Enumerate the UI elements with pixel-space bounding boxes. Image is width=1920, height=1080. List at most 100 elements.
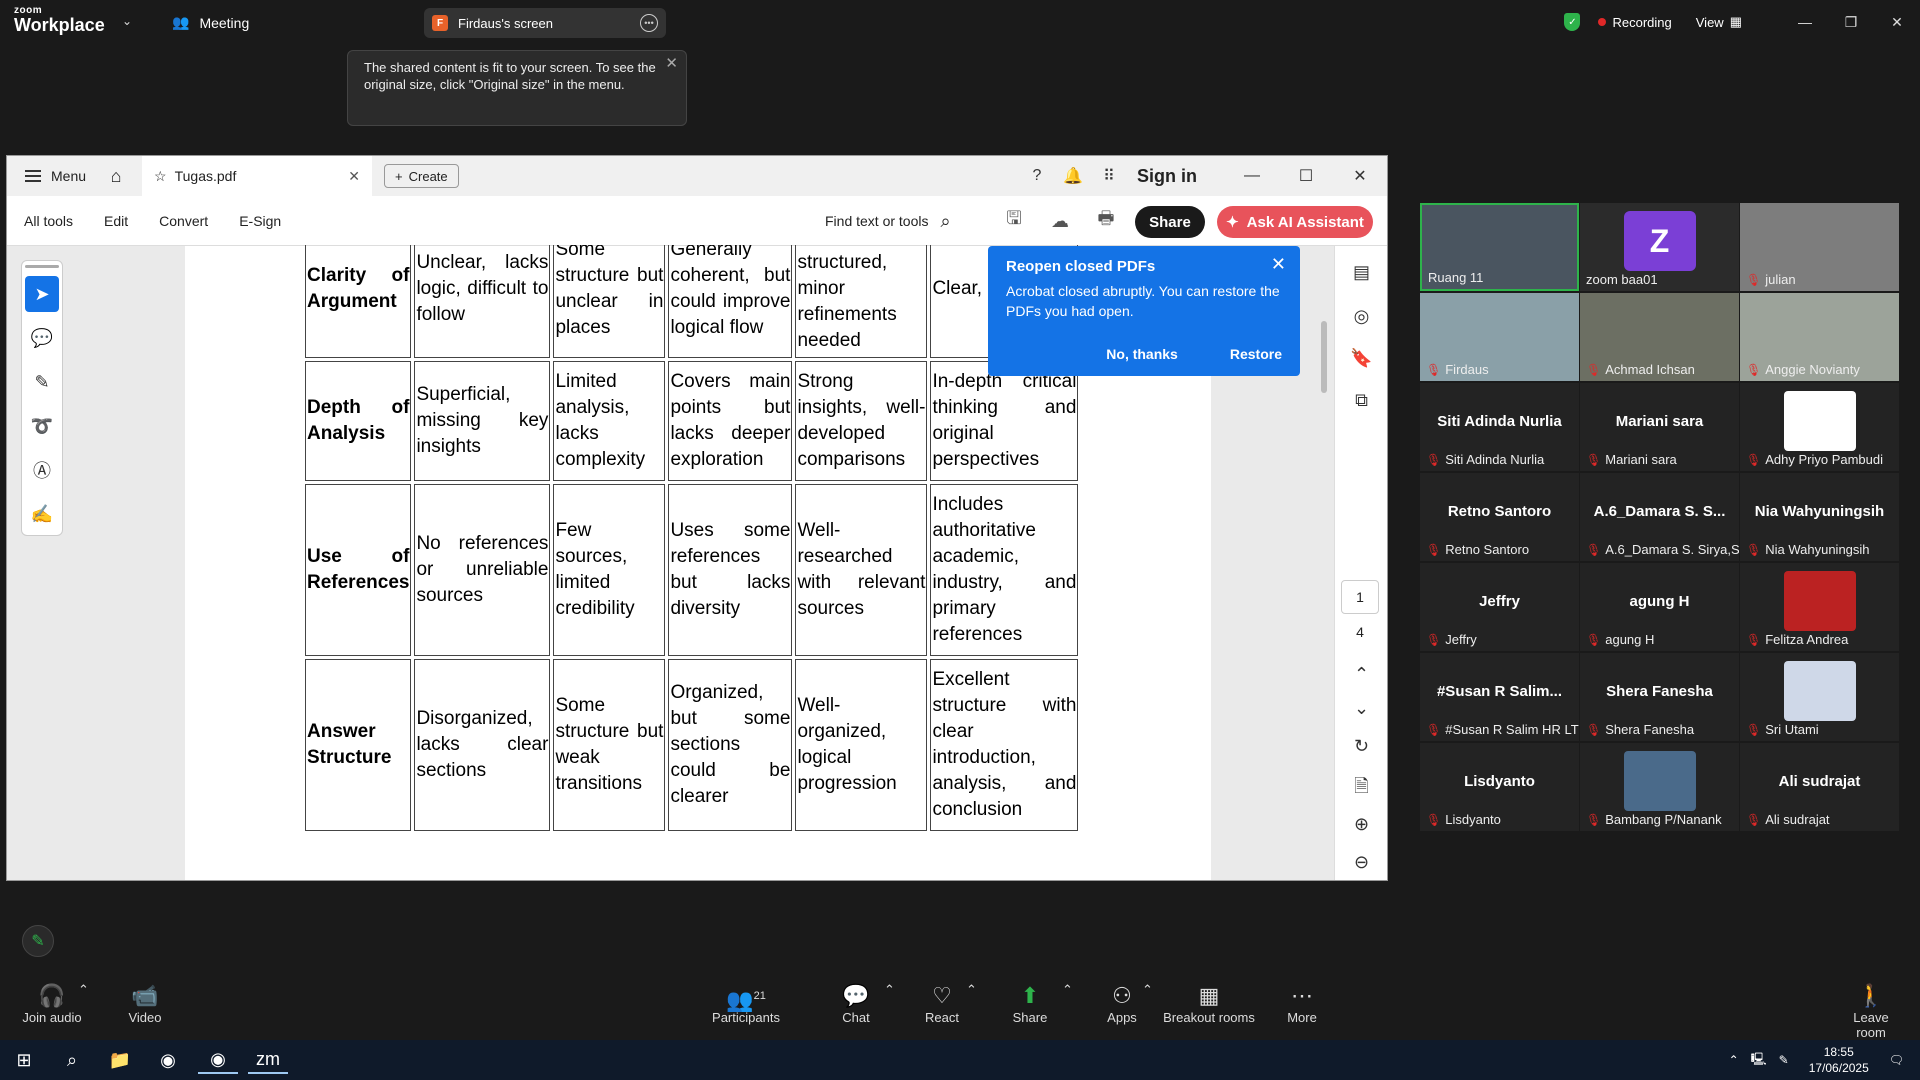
ai-summary-icon[interactable]: ▤ [1335, 262, 1387, 283]
participant-tile[interactable]: 🎙 Adhy Priyo Pambudi [1740, 383, 1899, 471]
bookmark-icon[interactable]: 🔖 [1335, 348, 1387, 369]
participant-tile[interactable]: Retno Santoro 🎙 Retno Santoro [1420, 473, 1579, 561]
apps-options-caret[interactable]: ⌃ [1142, 982, 1153, 998]
more-options-icon[interactable]: ••• [640, 14, 658, 32]
apps-button[interactable]: ⚇ Apps [1100, 982, 1144, 1025]
comment-icon[interactable]: 💬 [25, 320, 59, 356]
help-icon[interactable]: ? [1019, 167, 1055, 185]
create-button[interactable]: + Create [384, 164, 459, 188]
video-button[interactable]: 📹 Video [120, 982, 170, 1025]
minimize-icon[interactable]: — [1225, 167, 1279, 185]
participant-tile[interactable]: 🎙 Bambang P/Nanank [1580, 743, 1739, 831]
react-button[interactable]: ♡ React [920, 982, 964, 1025]
file-explorer-icon[interactable]: 📁 [100, 1046, 140, 1074]
pages-icon[interactable]: ⧉ [1335, 390, 1387, 411]
windows-start-icon[interactable]: ⊞ [4, 1046, 44, 1074]
text-box-icon[interactable]: Ⓐ [25, 452, 59, 488]
page-number-input[interactable]: 1 [1341, 580, 1379, 614]
security-shield-icon[interactable]: ✓ [1564, 13, 1581, 31]
document-tab[interactable]: ☆ Tugas.pdf ✕ [142, 156, 373, 196]
shared-screen-tab[interactable]: F Firdaus's screen ••• [424, 8, 666, 38]
participant-tile[interactable]: A.6_Damara S. S... 🎙 A.6_Damara S. Sirya,S… [1580, 473, 1739, 561]
join-audio-button[interactable]: 🎧 Join audio [20, 982, 84, 1025]
participant-tile[interactable]: #Susan R Salim... 🎙 #Susan R Salim HR LTD [1420, 653, 1579, 741]
page-fit-icon[interactable]: 🗎 [1335, 774, 1387, 804]
convert-menu[interactable]: Convert [159, 213, 208, 229]
sign-pen-icon[interactable]: ✍ [25, 496, 59, 532]
zoom-app-icon[interactable]: zm [248, 1046, 288, 1074]
participant-tile[interactable]: Lisdyanto 🎙 Lisdyanto [1420, 743, 1579, 831]
sign-in-button[interactable]: Sign in [1137, 166, 1197, 187]
more-button[interactable]: ⋯ More [1282, 982, 1322, 1025]
participant-tile[interactable]: Ruang 11 [1420, 203, 1579, 291]
leave-room-button[interactable]: 🚶 Leave room [1838, 982, 1904, 1040]
chevron-down-icon[interactable]: ⌄ [122, 14, 132, 28]
home-icon[interactable]: ⌂ [98, 166, 134, 187]
ai-assistant-button[interactable]: ✦ Ask AI Assistant [1217, 206, 1373, 238]
notification-icon[interactable]: 🗨 [1889, 1053, 1904, 1067]
participant-tile[interactable]: Zzoom baa01 [1580, 203, 1739, 291]
zoom-workplace-logo[interactable]: zoom Workplace [14, 6, 105, 35]
react-options-caret[interactable]: ⌃ [966, 982, 977, 998]
apps-grid-icon[interactable]: ⠿ [1091, 166, 1127, 186]
save-icon[interactable]: 🖫 [991, 206, 1037, 236]
chat-button[interactable]: 💬 Chat [836, 982, 876, 1025]
participant-tile[interactable]: Ali sudrajat 🎙 Ali sudrajat [1740, 743, 1899, 831]
search-icon[interactable]: ⌕ [52, 1046, 92, 1074]
participant-tile[interactable]: Jeffry 🎙 Jeffry [1420, 563, 1579, 651]
chevron-up-icon[interactable]: ⌃ [1335, 664, 1387, 685]
edit-menu[interactable]: Edit [104, 213, 128, 229]
comments-icon[interactable]: ◎ [1335, 306, 1387, 327]
participant-tile[interactable]: Shera Fanesha 🎙 Shera Fanesha [1580, 653, 1739, 741]
participant-tile[interactable]: Mariani sara 🎙 Mariani sara [1580, 383, 1739, 471]
chrome-profile-icon[interactable]: ◉ [198, 1046, 238, 1074]
scrollbar-thumb[interactable] [1321, 321, 1327, 393]
rotate-icon[interactable]: ↻ [1335, 736, 1387, 757]
participant-tile[interactable]: Siti Adinda Nurlia 🎙 Siti Adinda Nurlia [1420, 383, 1579, 471]
participant-tile[interactable]: 🎙 Felitza Andrea [1740, 563, 1899, 651]
chat-options-caret[interactable]: ⌃ [884, 982, 895, 998]
close-button[interactable]: ✕ [1874, 14, 1920, 31]
print-icon[interactable]: 🖶 [1083, 206, 1129, 236]
esign-menu[interactable]: E-Sign [239, 213, 281, 229]
close-window-icon[interactable]: ✕ [1333, 166, 1387, 186]
chrome-icon[interactable]: ◉ [148, 1046, 188, 1074]
tray-overflow-icon[interactable]: ⌃ [1729, 1053, 1739, 1067]
chevron-down-icon[interactable]: ⌄ [1335, 698, 1387, 719]
close-popup-icon[interactable]: ✕ [1271, 254, 1286, 275]
share-button[interactable]: Share [1135, 206, 1205, 238]
minimize-button[interactable]: — [1782, 14, 1828, 30]
restore-button[interactable]: Restore [1230, 346, 1282, 362]
breakout-rooms-button[interactable]: ▦ Breakout rooms [1162, 982, 1256, 1025]
participant-tile[interactable]: 🎙 julian [1740, 203, 1899, 291]
maximize-icon[interactable]: ☐ [1279, 166, 1333, 186]
annotate-pen-icon[interactable]: ✎ [22, 925, 54, 957]
bell-icon[interactable]: 🔔 [1055, 166, 1091, 186]
zoom-in-icon[interactable]: ⊕ [1335, 814, 1387, 835]
lasso-draw-icon[interactable]: ➰ [25, 408, 59, 444]
participant-tile[interactable]: Nia Wahyuningsih 🎙 Nia Wahyuningsih [1740, 473, 1899, 561]
audio-options-caret[interactable]: ⌃ [78, 982, 89, 998]
participant-tile[interactable]: agung H 🎙 agung H [1580, 563, 1739, 651]
meeting-menu[interactable]: 👥 Meeting [172, 14, 249, 31]
view-button[interactable]: View ▦ [1696, 14, 1742, 30]
star-icon[interactable]: ☆ [154, 168, 167, 185]
network-icon[interactable]: 🖳 [1751, 1050, 1767, 1071]
all-tools-menu[interactable]: All tools [24, 213, 73, 229]
participants-button[interactable]: 👥21 Participants [712, 982, 780, 1025]
drag-grip[interactable] [25, 265, 59, 268]
system-clock[interactable]: 18:55 17/06/2025 [1809, 1044, 1869, 1076]
participant-tile[interactable]: 🎙 Firdaus [1420, 293, 1579, 381]
pen-tray-icon[interactable]: ✎ [1779, 1053, 1789, 1067]
select-cursor-icon[interactable]: ➤ [25, 276, 59, 312]
restore-button[interactable]: ❐ [1828, 14, 1874, 31]
participant-tile[interactable]: 🎙 Anggie Novianty [1740, 293, 1899, 381]
no-thanks-button[interactable]: No, thanks [1106, 346, 1178, 362]
highlight-pen-icon[interactable]: ✎ [25, 364, 59, 400]
close-tab-icon[interactable]: ✕ [348, 168, 360, 185]
zoom-out-icon[interactable]: ⊖ [1335, 852, 1387, 873]
share-screen-button[interactable]: ⬆ Share [1008, 982, 1052, 1025]
menu-button[interactable]: Menu [7, 168, 98, 184]
recording-indicator[interactable]: Recording [1598, 15, 1672, 30]
find-tools[interactable]: Find text or tools ⌕ [825, 196, 951, 246]
